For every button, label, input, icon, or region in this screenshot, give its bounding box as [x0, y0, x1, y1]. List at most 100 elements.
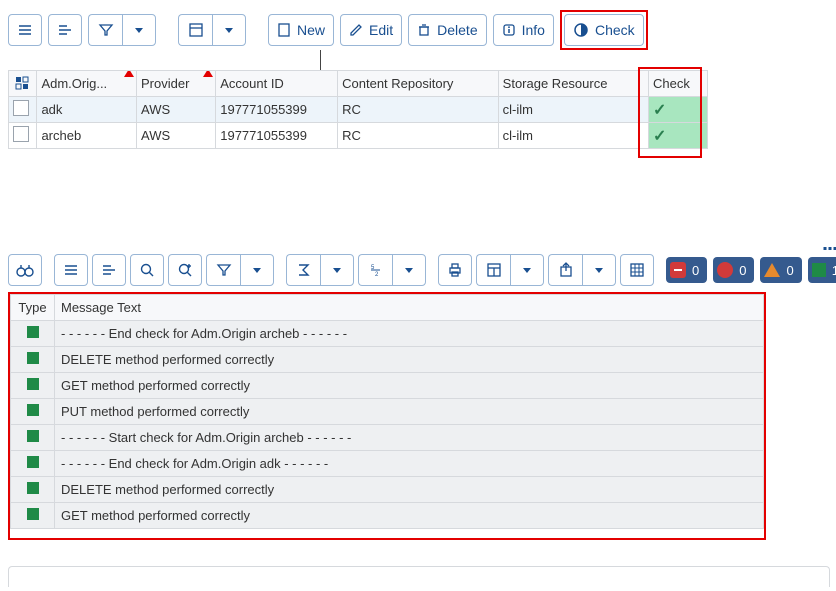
filter-2-dropdown-button[interactable] — [240, 254, 274, 286]
ok-icon — [27, 404, 39, 416]
table-row[interactable]: adk AWS 197771055399 RC cl-ilm ✓ — [9, 97, 708, 123]
ok-icon — [27, 508, 39, 520]
col-adm-orig-label: Adm.Orig... — [41, 76, 107, 91]
pencil-icon — [349, 23, 363, 37]
cell-provider: AWS — [137, 97, 216, 123]
export-button[interactable] — [548, 254, 582, 286]
fraction-button[interactable]: 52 — [358, 254, 392, 286]
fraction-dropdown-button[interactable] — [392, 254, 426, 286]
message-row[interactable]: PUT method performed correctly — [11, 399, 764, 425]
message-row[interactable]: GET method performed correctly — [11, 373, 764, 399]
col-msg-type-label: Type — [18, 300, 46, 315]
sort-indicator-icon — [203, 71, 213, 78]
message-row[interactable]: GET method performed correctly — [11, 503, 764, 529]
check-ok-icon: ✓ — [653, 102, 666, 119]
trash-icon — [417, 23, 431, 37]
cell-adm-orig: archeb — [37, 123, 137, 149]
filter-dropdown-button[interactable] — [122, 14, 156, 46]
col-check[interactable]: Check — [649, 71, 708, 97]
ok-icon — [27, 352, 39, 364]
col-content-repo-label: Content Repository — [342, 76, 453, 91]
col-msg-text-label: Message Text — [61, 300, 141, 315]
layout-2-button[interactable] — [476, 254, 510, 286]
menu-lines-2-alt-button[interactable] — [92, 254, 126, 286]
cell-account-id: 197771055399 — [216, 123, 338, 149]
warn-count: 0 — [786, 263, 793, 278]
menu-lines-button[interactable] — [8, 14, 42, 46]
export-dropdown-button[interactable] — [582, 254, 616, 286]
col-storage-resource[interactable]: Storage Resource — [498, 71, 648, 97]
sigma-dropdown-button[interactable] — [320, 254, 354, 286]
cell-adm-orig: adk — [37, 97, 137, 123]
layout-button[interactable] — [178, 14, 212, 46]
filter-button[interactable] — [88, 14, 122, 46]
cell-content-repo: RC — [338, 97, 499, 123]
message-text: GET method performed correctly — [55, 373, 764, 399]
svg-text:2: 2 — [375, 272, 379, 278]
stop-count: 0 — [692, 263, 699, 278]
stop-count-badge[interactable]: 0 — [666, 257, 707, 283]
filter-2-button[interactable] — [206, 254, 240, 286]
info-button-label: Info — [522, 22, 545, 38]
ok-icon — [27, 326, 39, 338]
warn-count-badge[interactable]: 0 — [760, 257, 801, 283]
cell-content-repo: RC — [338, 123, 499, 149]
col-provider-label: Provider — [141, 76, 189, 91]
col-content-repo[interactable]: Content Repository — [338, 71, 499, 97]
layout-dropdown-button[interactable] — [212, 14, 246, 46]
check-button-label: Check — [595, 22, 635, 38]
message-row[interactable]: DELETE method performed correctly — [11, 347, 764, 373]
check-ok-icon: ✓ — [653, 128, 666, 145]
col-msg-type[interactable]: Type — [11, 295, 55, 321]
cell-check: ✓ — [649, 97, 708, 123]
warn-icon — [764, 263, 780, 277]
search-plus-button[interactable] — [168, 254, 202, 286]
sort-indicator-icon — [124, 71, 134, 78]
table-row[interactable]: archeb AWS 197771055399 RC cl-ilm ✓ — [9, 123, 708, 149]
info-icon — [502, 23, 516, 37]
message-text: PUT method performed correctly — [55, 399, 764, 425]
message-log-highlight: Type Message Text - - - - - - End check … — [8, 292, 766, 540]
col-provider[interactable]: Provider — [137, 71, 216, 97]
sigma-button[interactable] — [286, 254, 320, 286]
col-account-id[interactable]: Account ID — [216, 71, 338, 97]
error-icon — [717, 262, 733, 278]
row-checkbox[interactable] — [13, 100, 29, 116]
select-grid-icon — [15, 76, 31, 92]
check-button[interactable]: Check — [564, 14, 644, 46]
print-button[interactable] — [438, 254, 472, 286]
message-row[interactable]: - - - - - - End check for Adm.Origin arc… — [11, 321, 764, 347]
menu-lines-2-button[interactable] — [54, 254, 88, 286]
message-text: DELETE method performed correctly — [55, 477, 764, 503]
ok-count-badge[interactable]: 11 — [808, 257, 836, 283]
grid-button[interactable] — [620, 254, 654, 286]
more-dots-icon — [824, 247, 836, 250]
message-row[interactable]: - - - - - - End check for Adm.Origin adk… — [11, 451, 764, 477]
search-button[interactable] — [130, 254, 164, 286]
status-bar — [8, 566, 830, 587]
message-row[interactable]: DELETE method performed correctly — [11, 477, 764, 503]
message-row[interactable]: - - - - - - Start check for Adm.Origin a… — [11, 425, 764, 451]
document-icon — [277, 23, 291, 37]
ok-icon — [27, 430, 39, 442]
ok-icon — [27, 378, 39, 390]
col-adm-orig[interactable]: Adm.Orig... — [37, 71, 137, 97]
new-button[interactable]: New — [268, 14, 334, 46]
edit-button-label: Edit — [369, 22, 393, 38]
menu-lines-alt-button[interactable] — [48, 14, 82, 46]
binoculars-button[interactable] — [8, 254, 42, 286]
col-msg-text[interactable]: Message Text — [55, 295, 764, 321]
config-table: Adm.Orig... Provider Account ID Content … — [8, 70, 708, 149]
info-button[interactable]: Info — [493, 14, 554, 46]
cell-check: ✓ — [649, 123, 708, 149]
delete-button-label: Delete — [437, 22, 477, 38]
ok-icon — [27, 456, 39, 468]
select-all-header[interactable] — [9, 71, 37, 97]
row-checkbox[interactable] — [13, 126, 29, 142]
edit-button[interactable]: Edit — [340, 14, 402, 46]
layout-2-dropdown-button[interactable] — [510, 254, 544, 286]
delete-button[interactable]: Delete — [408, 14, 486, 46]
message-text: - - - - - - Start check for Adm.Origin a… — [55, 425, 764, 451]
error-count-badge[interactable]: 0 — [713, 257, 754, 283]
message-text: - - - - - - End check for Adm.Origin adk… — [55, 451, 764, 477]
